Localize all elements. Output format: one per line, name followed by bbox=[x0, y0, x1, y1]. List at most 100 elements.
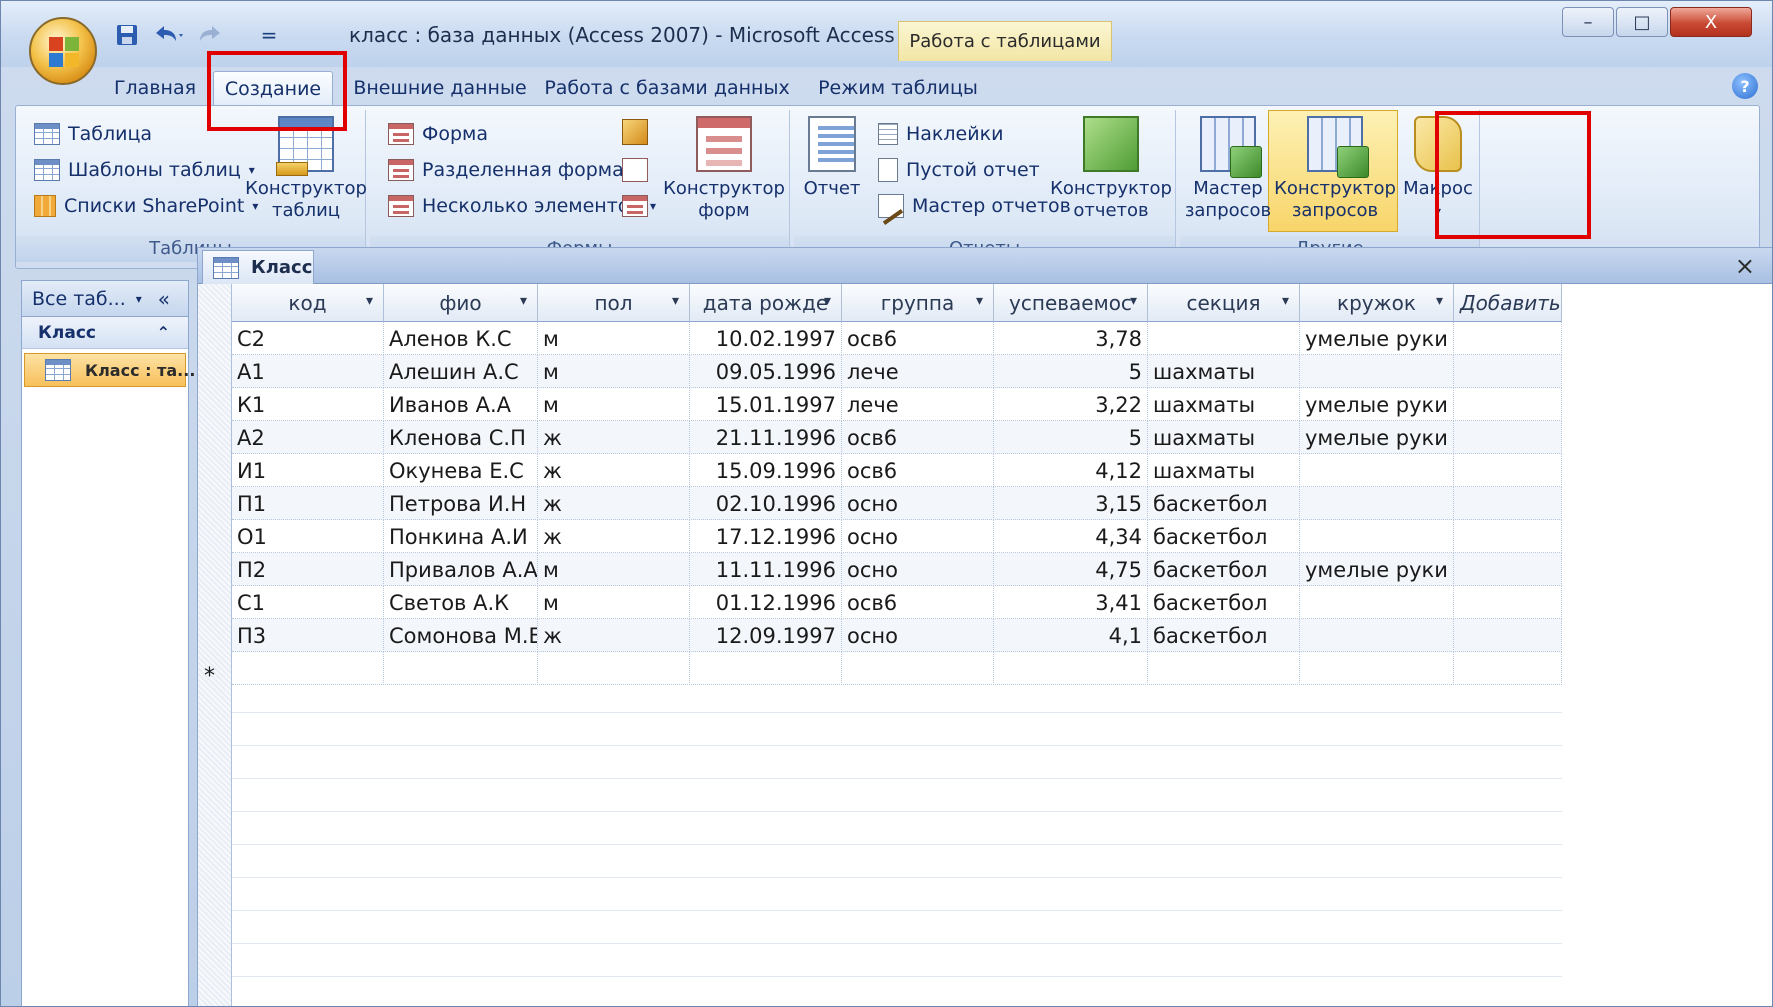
table-cell[interactable]: осв6 bbox=[842, 586, 994, 619]
blank-form-button[interactable] bbox=[622, 154, 648, 186]
table-cell[interactable]: умелые руки bbox=[1300, 388, 1454, 421]
table-cell[interactable] bbox=[1454, 487, 1562, 520]
table-cell[interactable]: Светов А.К bbox=[384, 586, 538, 619]
table-cell[interactable]: 4,1 bbox=[994, 619, 1148, 652]
table-cell[interactable]: С1 bbox=[232, 586, 384, 619]
filter-dropdown-icon[interactable]: ▾ bbox=[1436, 293, 1443, 309]
table-cell[interactable]: 5 bbox=[994, 421, 1148, 454]
table-cell[interactable]: лече bbox=[842, 388, 994, 421]
table-cell[interactable]: Петрова И.Н bbox=[384, 487, 538, 520]
labels-button[interactable]: Наклейки bbox=[878, 118, 1003, 150]
filter-dropdown-icon[interactable]: ▾ bbox=[1282, 293, 1289, 309]
report-wizard-button[interactable]: Мастер отчетов bbox=[878, 190, 1071, 222]
table-cell[interactable]: Привалов А.А bbox=[384, 553, 538, 586]
table-templates-button[interactable]: Шаблоны таблиц ▾ bbox=[34, 154, 255, 186]
table-cell[interactable]: 11.11.1996 bbox=[690, 553, 842, 586]
table-cell[interactable]: Кленова С.П bbox=[384, 421, 538, 454]
table-cell[interactable]: баскетбол bbox=[1148, 553, 1300, 586]
table-cell[interactable] bbox=[842, 652, 994, 685]
table-cell[interactable]: О1 bbox=[232, 520, 384, 553]
table-cell[interactable] bbox=[384, 652, 538, 685]
table-cell[interactable] bbox=[994, 652, 1148, 685]
table-cell[interactable]: ж bbox=[538, 520, 690, 553]
table-cell[interactable]: баскетбол bbox=[1148, 619, 1300, 652]
nav-group-class[interactable]: Класс ⌃ bbox=[22, 317, 188, 349]
table-cell[interactable]: 21.11.1996 bbox=[690, 421, 842, 454]
header-col-group[interactable]: группа ▾ bbox=[842, 284, 994, 322]
table-cell[interactable]: 4,34 bbox=[994, 520, 1148, 553]
split-form-button[interactable]: Разделенная форма bbox=[388, 154, 624, 186]
table-cell[interactable] bbox=[1300, 586, 1454, 619]
table-cell[interactable] bbox=[1454, 652, 1562, 685]
table-cell[interactable] bbox=[1300, 520, 1454, 553]
table-cell[interactable]: баскетбол bbox=[1148, 520, 1300, 553]
save-icon[interactable] bbox=[113, 19, 141, 51]
report-designer-button[interactable]: Конструктор отчетов bbox=[1050, 116, 1172, 222]
filter-dropdown-icon[interactable]: ▾ bbox=[672, 293, 679, 309]
minimize-button[interactable]: – bbox=[1562, 7, 1614, 37]
form-designer-button[interactable]: Конструктор форм bbox=[663, 116, 785, 222]
tab-database-tools[interactable]: Работа с базами данных bbox=[544, 71, 789, 105]
redo-icon[interactable] bbox=[193, 19, 233, 51]
table-cell[interactable]: 3,22 bbox=[994, 388, 1148, 421]
table-cell[interactable]: 01.12.1996 bbox=[690, 586, 842, 619]
table-cell[interactable]: осно bbox=[842, 487, 994, 520]
table-cell[interactable] bbox=[1300, 487, 1454, 520]
nav-item-class-table[interactable]: Класс : та... bbox=[24, 353, 195, 387]
table-cell[interactable]: осно bbox=[842, 553, 994, 586]
close-document-icon[interactable]: × bbox=[1735, 252, 1755, 280]
table-cell[interactable] bbox=[1454, 619, 1562, 652]
report-button[interactable]: Отчет bbox=[800, 116, 864, 200]
table-cell[interactable]: И1 bbox=[232, 454, 384, 487]
table-cell[interactable]: шахматы bbox=[1148, 421, 1300, 454]
table-cell[interactable]: К1 bbox=[232, 388, 384, 421]
table-cell[interactable]: 4,12 bbox=[994, 454, 1148, 487]
close-button[interactable]: X bbox=[1670, 7, 1752, 37]
query-wizard-button[interactable]: Мастер запросов bbox=[1184, 116, 1272, 222]
table-designer-button[interactable]: Конструктор таблиц bbox=[245, 116, 367, 222]
table-cell[interactable]: 3,41 bbox=[994, 586, 1148, 619]
table-cell[interactable]: 3,78 bbox=[994, 322, 1148, 355]
filter-dropdown-icon[interactable]: ▾ bbox=[976, 293, 983, 309]
tab-datasheet[interactable]: Режим таблицы bbox=[813, 71, 983, 105]
filter-dropdown-icon[interactable]: ▾ bbox=[824, 293, 831, 309]
table-cell[interactable] bbox=[1454, 553, 1562, 586]
header-col-section[interactable]: секция ▾ bbox=[1148, 284, 1300, 322]
macro-button[interactable]: Макрос ▾ bbox=[1402, 116, 1474, 222]
customize-qat-button[interactable]: = bbox=[257, 19, 281, 51]
blank-report-button[interactable]: Пустой отчет bbox=[878, 154, 1040, 186]
header-col-pol[interactable]: пол ▾ bbox=[538, 284, 690, 322]
table-cell[interactable] bbox=[1300, 355, 1454, 388]
new-record-row[interactable] bbox=[232, 652, 1562, 685]
chevron-down-icon[interactable]: ▾ bbox=[136, 292, 142, 306]
table-cell[interactable]: лече bbox=[842, 355, 994, 388]
table-cell[interactable]: 3,15 bbox=[994, 487, 1148, 520]
row-selector-column[interactable] bbox=[198, 284, 232, 1006]
table-cell[interactable]: 02.10.1996 bbox=[690, 487, 842, 520]
table-cell[interactable]: 09.05.1996 bbox=[690, 355, 842, 388]
table-cell[interactable]: Окунева Е.С bbox=[384, 454, 538, 487]
table-cell[interactable]: А1 bbox=[232, 355, 384, 388]
filter-dropdown-icon[interactable]: ▾ bbox=[366, 293, 373, 309]
table-cell[interactable]: 12.09.1997 bbox=[690, 619, 842, 652]
table-cell[interactable] bbox=[1454, 355, 1562, 388]
pivot-chart-button[interactable] bbox=[622, 116, 648, 148]
table-cell[interactable]: Аленов К.С bbox=[384, 322, 538, 355]
collapse-pane-icon[interactable]: « bbox=[158, 287, 170, 311]
table-cell[interactable]: осв6 bbox=[842, 421, 994, 454]
new-record-marker[interactable]: * bbox=[204, 664, 215, 689]
multiple-items-button[interactable]: Несколько элементов bbox=[388, 190, 641, 222]
table-cell[interactable] bbox=[1454, 520, 1562, 553]
table-cell[interactable]: м bbox=[538, 322, 690, 355]
table-cell[interactable]: м bbox=[538, 388, 690, 421]
header-col-birthdate[interactable]: дата рожде ▾ bbox=[690, 284, 842, 322]
table-cell[interactable]: Алешин А.С bbox=[384, 355, 538, 388]
table-cell[interactable]: баскетбол bbox=[1148, 586, 1300, 619]
table-cell[interactable]: ж bbox=[538, 454, 690, 487]
header-col-performance[interactable]: успеваемос ▾ bbox=[994, 284, 1148, 322]
table-cell[interactable] bbox=[1300, 619, 1454, 652]
table-cell[interactable]: П3 bbox=[232, 619, 384, 652]
table-cell[interactable]: 15.09.1996 bbox=[690, 454, 842, 487]
table-cell[interactable]: А2 bbox=[232, 421, 384, 454]
table-cell[interactable]: С2 bbox=[232, 322, 384, 355]
